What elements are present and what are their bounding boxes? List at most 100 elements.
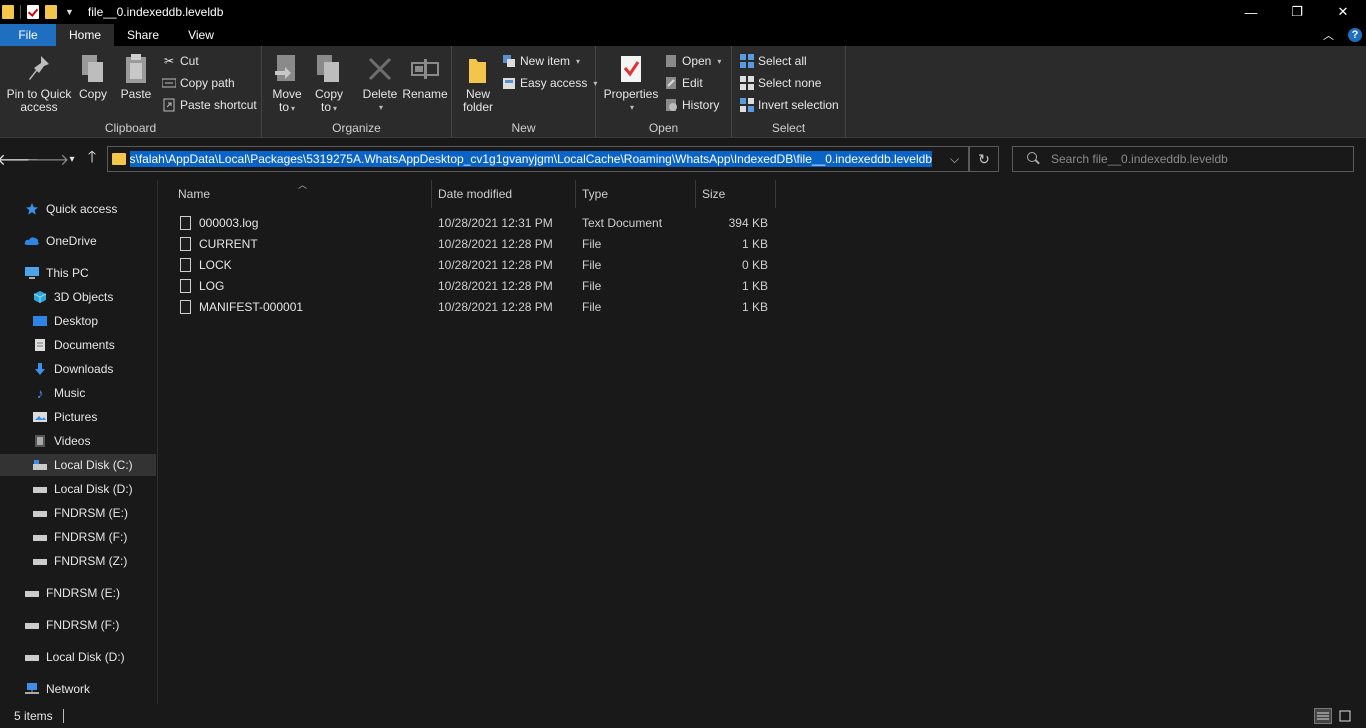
recent-locations-chevron-icon[interactable]: ▾ <box>62 150 82 168</box>
close-button[interactable]: ✕ <box>1320 0 1366 24</box>
file-type: File <box>582 236 602 251</box>
network-icon <box>24 682 40 696</box>
sidebar-item-onedrive[interactable]: OneDrive <box>0 230 156 252</box>
sidebar-item-fndrsm-f[interactable]: FNDRSM (F:) <box>0 526 156 548</box>
sidebar-item-3d-objects[interactable]: 3D Objects <box>0 286 156 308</box>
sidebar-item-label: FNDRSM (E:) <box>46 586 120 600</box>
sidebar-item-downloads[interactable]: Downloads <box>0 358 156 380</box>
refresh-icon[interactable]: ↻ <box>969 146 999 172</box>
invert-selection-label: Invert selection <box>758 98 839 112</box>
copy-path-button[interactable]: Copy path <box>162 74 235 92</box>
table-row[interactable]: LOG 10/28/2021 12:28 PM File 1 KB <box>174 275 774 296</box>
column-header-date-modified[interactable]: Date modified <box>432 180 576 208</box>
new-folder-icon[interactable] <box>45 5 57 19</box>
scissors-icon: ✂ <box>163 54 175 68</box>
file-date: 10/28/2021 12:28 PM <box>438 299 553 314</box>
back-arrow-icon[interactable]: 🡐 <box>0 150 39 169</box>
file-list: ︿ Name Date modified Type Size 000003.lo… <box>158 180 1366 704</box>
open-button[interactable]: Open ▾ <box>664 52 721 70</box>
sidebar-item-documents[interactable]: Documents <box>0 334 156 356</box>
column-header-type[interactable]: Type <box>576 180 696 208</box>
sidebar-item-quick-access[interactable]: Quick access <box>0 198 156 220</box>
sidebar-item-pictures[interactable]: Pictures <box>0 406 156 428</box>
pin-to-quick-access-button[interactable]: Pin to Quick access <box>6 52 72 114</box>
address-path[interactable]: C:\Users\falah\AppData\Local\Packages\53… <box>130 151 932 167</box>
clipboard-group: Pin to Quick access Copy Paste ✂ Cut Cop… <box>0 46 262 138</box>
file-date: 10/28/2021 12:28 PM <box>438 278 553 293</box>
drive-icon <box>24 618 40 632</box>
easy-access-icon <box>502 76 516 90</box>
easy-access-button[interactable]: Easy access ▾ <box>502 74 597 92</box>
table-row[interactable]: 000003.log 10/28/2021 12:31 PM Text Docu… <box>174 212 774 233</box>
sidebar-item-label: Pictures <box>54 410 98 424</box>
sidebar-item-network[interactable]: Network <box>0 678 156 700</box>
sidebar-item-fndrsm-f-root[interactable]: FNDRSM (F:) <box>0 614 156 636</box>
new-folder-button[interactable]: New folder <box>460 52 496 114</box>
new-group-label: New <box>511 121 536 135</box>
up-arrow-icon[interactable]: 🡑 <box>82 149 102 168</box>
sidebar-item-this-pc[interactable]: This PC <box>0 262 156 284</box>
select-all-button[interactable]: Select all <box>740 52 807 70</box>
tab-share[interactable]: Share <box>114 24 172 46</box>
new-item-button[interactable]: New item ▾ <box>502 52 580 70</box>
search-box[interactable]: Search file__0.indexeddb.leveldb <box>1012 146 1354 172</box>
sidebar-item-music[interactable]: ♪ Music <box>0 382 156 404</box>
properties-button[interactable]: Properties ▾ <box>604 52 658 114</box>
edit-button[interactable]: Edit <box>664 74 703 92</box>
paste-shortcut-button[interactable]: Paste shortcut <box>162 96 257 114</box>
search-icon <box>1027 152 1041 166</box>
column-header-size[interactable]: Size <box>696 180 776 208</box>
help-icon[interactable]: ? <box>1348 28 1362 42</box>
address-dropdown-chevron-icon[interactable]: ⌵ <box>940 147 968 171</box>
file-name: 000003.log <box>199 215 259 230</box>
select-all-icon <box>740 54 754 68</box>
sidebar-item-label: FNDRSM (E:) <box>54 506 128 520</box>
file-name: LOCK <box>199 257 232 272</box>
customize-toolbar-dropdown-icon[interactable]: ▼ <box>65 7 74 17</box>
sidebar-item-fndrsm-z[interactable]: FNDRSM (Z:) <box>0 550 156 572</box>
table-row[interactable]: MANIFEST-000001 10/28/2021 12:28 PM File… <box>174 296 774 317</box>
sidebar-item-local-disk-c[interactable]: Local Disk (C:) <box>0 454 156 476</box>
search-placeholder[interactable]: Search file__0.indexeddb.leveldb <box>1051 152 1228 166</box>
new-item-caret-icon: ▾ <box>576 56 581 66</box>
sidebar-item-desktop[interactable]: Desktop <box>0 310 156 332</box>
address-bar[interactable]: C:\Users\falah\AppData\Local\Packages\53… <box>107 146 969 172</box>
sidebar-item-label: This PC <box>46 266 89 280</box>
maximize-button[interactable]: ❐ <box>1274 0 1320 24</box>
file-size: 1 KB <box>741 236 768 251</box>
invert-selection-button[interactable]: Invert selection <box>740 96 839 114</box>
window-title: file__0.indexeddb.leveldb <box>87 5 224 19</box>
move-to-button[interactable]: Move to ▾ <box>270 52 304 115</box>
history-button[interactable]: History <box>664 96 719 114</box>
tab-file[interactable]: File <box>0 24 56 46</box>
cut-button[interactable]: ✂ Cut <box>162 52 199 70</box>
collapse-ribbon-chevron-icon[interactable]: ︿ <box>1323 27 1334 43</box>
tab-view[interactable]: View <box>172 24 230 46</box>
rename-button[interactable]: Rename <box>402 52 448 101</box>
sidebar-item-fndrsm-e[interactable]: FNDRSM (E:) <box>0 502 156 524</box>
large-icons-view-icon[interactable] <box>1336 708 1354 724</box>
tab-home[interactable]: Home <box>56 24 114 46</box>
forward-arrow-icon[interactable]: 🡒 <box>27 150 70 169</box>
copy-button[interactable]: Copy <box>76 52 110 101</box>
sidebar-item-local-disk-d[interactable]: Local Disk (D:) <box>0 478 156 500</box>
edit-icon <box>664 76 678 90</box>
open-caret-icon: ▾ <box>717 56 722 66</box>
properties-check-icon[interactable] <box>27 5 39 19</box>
history-icon <box>664 98 678 112</box>
select-none-button[interactable]: Select none <box>740 74 821 92</box>
sidebar-item-local-disk-d-root[interactable]: Local Disk (D:) <box>0 646 156 668</box>
details-view-icon[interactable] <box>1314 708 1332 724</box>
file-name: LOG <box>199 278 225 293</box>
paste-button[interactable]: Paste <box>118 52 154 101</box>
delete-button[interactable]: Delete ▾ <box>360 52 400 114</box>
copy-to-button[interactable]: Copy to ▾ <box>312 52 346 115</box>
sidebar-item-videos[interactable]: Videos <box>0 430 156 452</box>
minimize-button[interactable]: — <box>1228 0 1274 24</box>
desktop-icon <box>32 314 48 328</box>
file-type: File <box>582 299 602 314</box>
sidebar-item-fndrsm-e-root[interactable]: FNDRSM (E:) <box>0 582 156 604</box>
table-row[interactable]: CURRENT 10/28/2021 12:28 PM File 1 KB <box>174 233 774 254</box>
column-header-name[interactable]: Name <box>172 180 432 208</box>
table-row[interactable]: LOCK 10/28/2021 12:28 PM File 0 KB <box>174 254 774 275</box>
